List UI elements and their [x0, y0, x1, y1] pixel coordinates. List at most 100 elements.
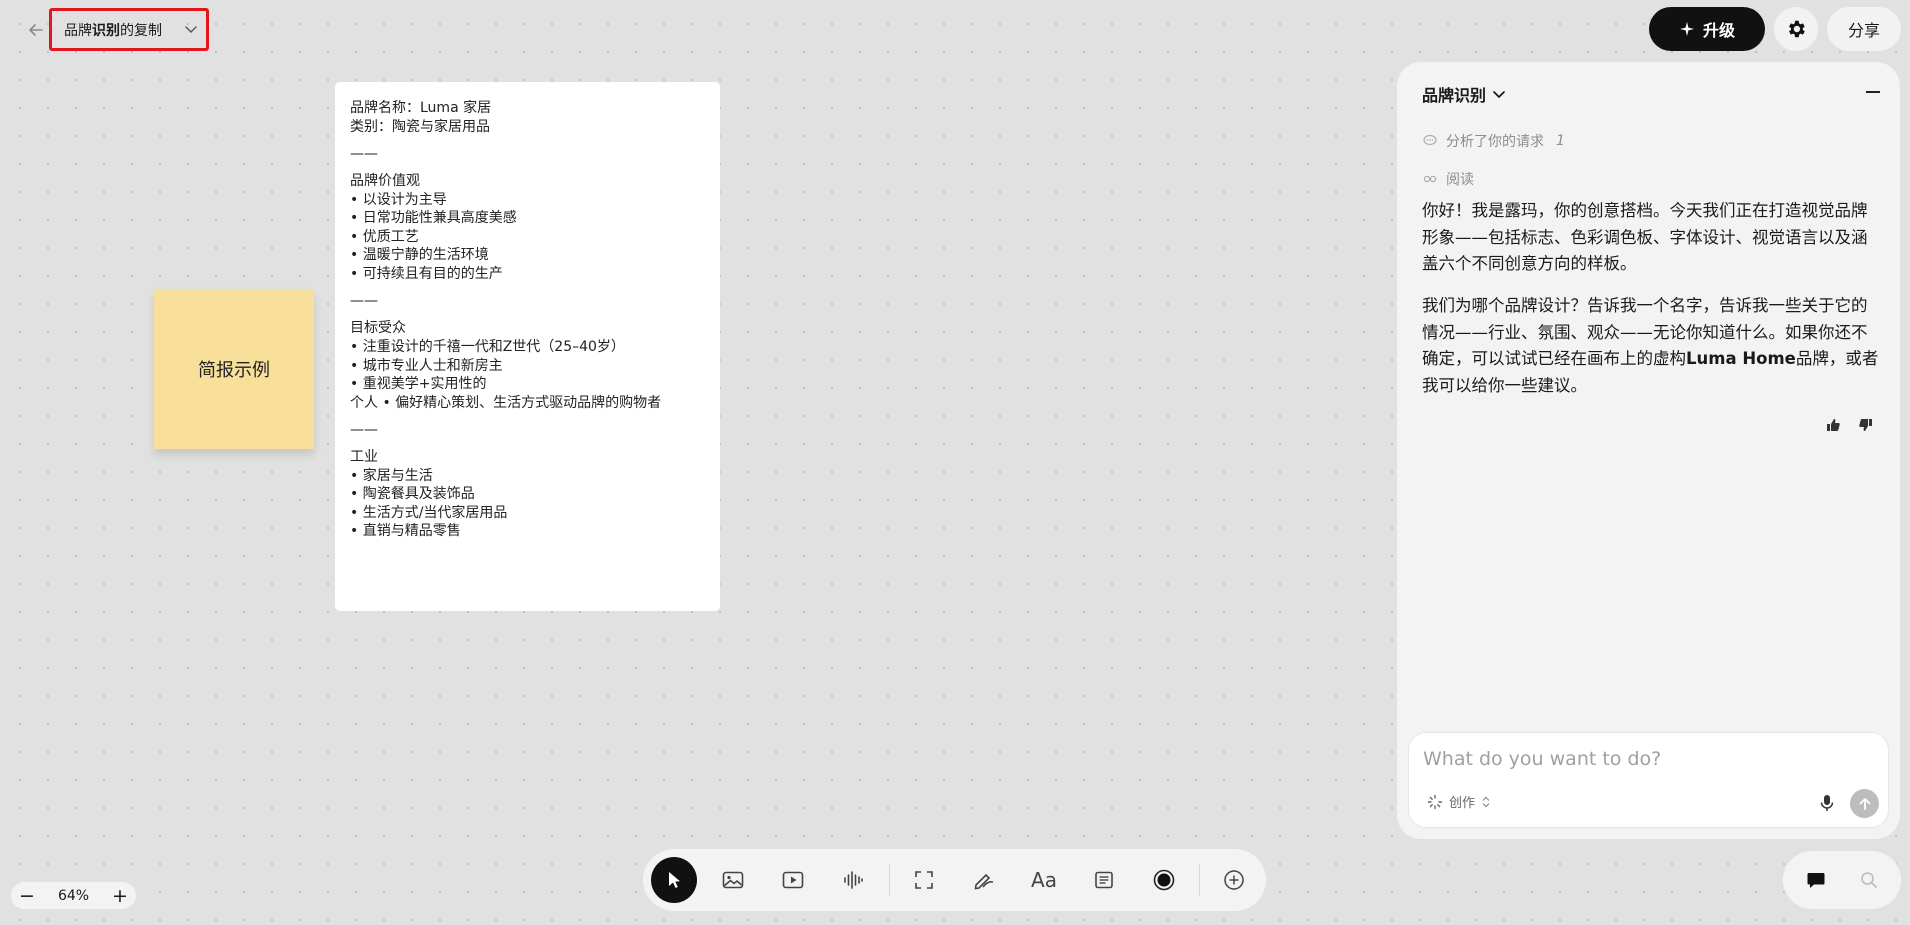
video-icon [782, 871, 804, 889]
chat-title: 品牌识别 [1422, 86, 1487, 105]
note-tool-button[interactable] [1081, 857, 1127, 903]
image-icon [722, 871, 744, 889]
step-read-label: 阅读 [1446, 172, 1474, 188]
card-spacer [350, 439, 705, 448]
zoom-control: − 64% + [11, 882, 136, 909]
chat-panel: 品牌识别 分析了你的请求 1 阅读 你好！我是露玛，你的创意搭档。今天我们正在打… [1397, 62, 1900, 839]
card-text-line: • 重视美学+实用性的 [350, 376, 487, 393]
add-icon [1224, 870, 1244, 890]
card-text-line: 目标受众 [350, 320, 406, 337]
chevron-down-icon [1493, 91, 1505, 99]
card-text-line: • 家居与生活 [350, 467, 433, 484]
zoom-out-button[interactable]: − [17, 885, 37, 907]
back-button[interactable] [22, 16, 50, 44]
audio-icon [844, 871, 863, 889]
card-spacer [350, 284, 705, 293]
chevron-updown-icon [1482, 796, 1490, 807]
step-read[interactable]: 阅读 [1422, 169, 1474, 189]
card-text-line: • 温暖宁静的生活环境 [350, 247, 489, 264]
assistant-message-2: 我们为哪个品牌设计？告诉我一个名字，告诉我一些关于它的情况——行业、氛围、观众—… [1422, 296, 1879, 395]
thumbs-up-button[interactable] [1822, 414, 1844, 436]
card-text-line: 品牌价值观 [350, 172, 420, 189]
chevron-down-icon [185, 26, 197, 33]
card-text-line: • 城市专业人士和新房主 [350, 357, 503, 374]
frame-tool-button[interactable] [901, 857, 947, 903]
text-tool-button[interactable]: Aa [1021, 857, 1067, 903]
draw-icon [974, 873, 994, 890]
brief-text-card[interactable]: 品牌名称：Luma 家居 类别：陶瓷与家居用品 —— 品牌价值观 • 以设计为主导 •… [335, 82, 720, 611]
add-tool-button[interactable] [1211, 857, 1257, 903]
card-text-line: • 优质工艺 [350, 228, 419, 245]
card-text-line: • 生活方式/当代家居用品 [350, 504, 508, 521]
toolbar-divider [889, 864, 890, 896]
loading-spinner-icon [1427, 794, 1443, 809]
arrow-left-icon [29, 24, 43, 36]
thumbs-down-button[interactable] [1855, 414, 1877, 436]
zoom-in-button[interactable]: + [110, 885, 130, 907]
text-icon: Aa [1031, 868, 1057, 892]
mode-selector[interactable]: 创作 [1427, 792, 1491, 811]
card-text-line: 类别：陶瓷与家居用品 [350, 118, 490, 135]
chat-input-box: 创作 [1408, 732, 1889, 828]
step-analyzed-label: 分析了你的请求 [1446, 134, 1544, 150]
search-button[interactable] [1852, 863, 1886, 897]
card-spacer [350, 412, 705, 421]
card-text-line: —— [350, 145, 378, 162]
gear-icon [1789, 20, 1805, 38]
bottom-right-controls [1783, 851, 1901, 909]
share-label: 分享 [1847, 21, 1880, 40]
assistant-message-1: 你好！我是露玛，你的创意搭档。今天我们正在打造视觉品牌形象——包括标志、色彩调色… [1422, 201, 1868, 273]
project-title: 品牌识别的复制 [64, 22, 162, 39]
card-spacer [350, 311, 705, 320]
step-analyzed-count: 1 [1556, 133, 1565, 149]
microphone-icon [1820, 795, 1834, 811]
share-button[interactable]: 分享 [1827, 7, 1901, 51]
microphone-button[interactable] [1815, 791, 1839, 815]
select-tool-button[interactable] [651, 857, 697, 903]
thumbs-up-icon [1827, 419, 1840, 431]
card-text-line: • 陶瓷餐具及装饰品 [350, 486, 475, 503]
card-text-line: • 以设计为主导 [350, 191, 447, 208]
chat-input[interactable] [1423, 745, 1863, 773]
arrow-up-icon [1859, 797, 1870, 810]
sparkle-icon [1679, 22, 1694, 36]
chat-title-dropdown[interactable]: 品牌识别 [1422, 82, 1506, 106]
card-text-line: —— [350, 293, 378, 310]
card-text-line: 品牌名称：Luma 家居 [350, 100, 492, 116]
card-text-line: 工业 [350, 449, 378, 466]
pointer-icon [669, 872, 680, 888]
chat-bubble-icon [1807, 873, 1825, 888]
minimize-button[interactable] [1863, 82, 1883, 102]
note-icon [1095, 871, 1113, 889]
upgrade-button[interactable]: 升级 [1649, 7, 1765, 51]
thinking-icon [1423, 134, 1437, 146]
card-spacer [350, 136, 705, 145]
zoom-level[interactable]: 64% [58, 888, 89, 904]
link-icon [1423, 175, 1437, 183]
project-title-dropdown[interactable]: 品牌识别的复制 [49, 8, 209, 51]
draw-tool-button[interactable] [961, 857, 1007, 903]
audio-tool-button[interactable] [830, 857, 876, 903]
frame-icon [915, 871, 933, 889]
image-tool-button[interactable] [710, 857, 756, 903]
sticky-note-text: 简报示例 [198, 360, 270, 381]
chat-toggle-button[interactable] [1799, 863, 1833, 897]
card-text-line: —— [350, 421, 378, 438]
record-tool-button[interactable] [1141, 857, 1187, 903]
bottom-toolbar: Aa [643, 849, 1266, 911]
card-text-line: 个人 • 偏好精心策划、生活方式驱动品牌的购物者 [350, 394, 662, 411]
step-analyzed[interactable]: 分析了你的请求 1 [1422, 131, 1565, 151]
mode-label: 创作 [1449, 796, 1476, 811]
sticky-note[interactable]: 简报示例 [154, 289, 314, 449]
search-icon [1861, 872, 1877, 888]
card-text-line: • 直销与精品零售 [350, 523, 461, 540]
record-icon [1153, 869, 1175, 891]
card-spacer [350, 163, 705, 172]
toolbar-divider [1199, 864, 1200, 896]
send-button[interactable] [1850, 789, 1879, 818]
card-text-line: • 注重设计的千禧一代和Z世代（25–40岁） [350, 338, 625, 355]
card-text-line: • 日常功能性兼具高度美感 [350, 210, 517, 227]
card-text-line: • 可持续且有目的的生产 [350, 265, 503, 282]
video-tool-button[interactable] [770, 857, 816, 903]
settings-button[interactable] [1774, 7, 1818, 51]
